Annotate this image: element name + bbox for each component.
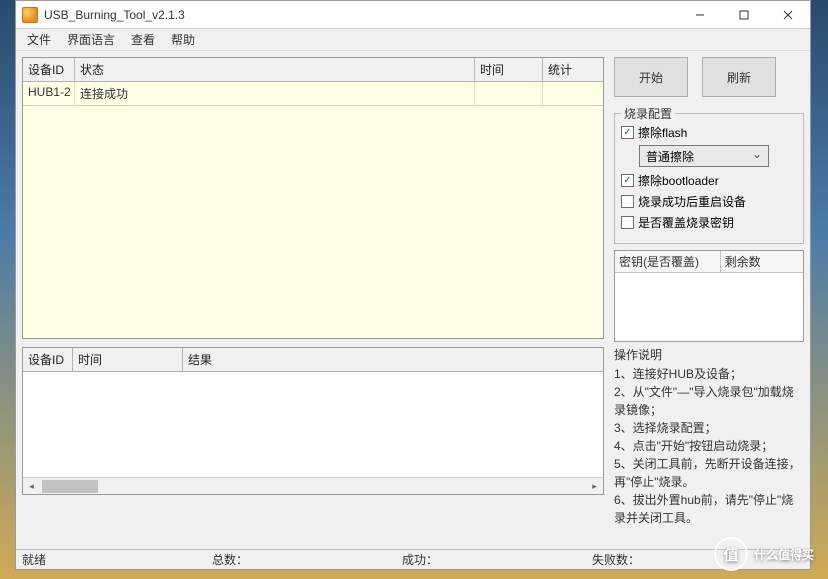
status-total: 总数： bbox=[212, 551, 402, 568]
window-title: USB_Burning_Tool_v2.1.3 bbox=[44, 8, 185, 22]
reboot-after-checkbox[interactable]: 烧录成功后重启设备 bbox=[621, 193, 797, 210]
horizontal-scrollbar[interactable]: ◂ ▸ bbox=[23, 477, 603, 494]
erase-bootloader-checkbox[interactable]: ✓ 擦除bootloader bbox=[621, 172, 797, 189]
erase-flash-checkbox[interactable]: ✓ 擦除flash bbox=[621, 124, 797, 141]
scroll-thumb[interactable] bbox=[42, 480, 98, 493]
burn-config-group: 烧录配置 ✓ 擦除flash 普通擦除 ✓ 擦除bootloader 烧录 bbox=[614, 113, 804, 244]
app-window: USB_Burning_Tool_v2.1.3 文件 界面语言 查看 帮助 bbox=[15, 0, 811, 570]
checkbox-icon bbox=[621, 216, 634, 229]
col-remain[interactable]: 剩余数 bbox=[721, 251, 803, 272]
menu-file[interactable]: 文件 bbox=[20, 29, 58, 50]
titlebar[interactable]: USB_Burning_Tool_v2.1.3 bbox=[16, 1, 810, 29]
checkbox-icon bbox=[621, 195, 634, 208]
refresh-button[interactable]: 刷新 bbox=[702, 57, 776, 97]
close-button[interactable] bbox=[766, 1, 810, 28]
key-list[interactable]: 密钥(是否覆盖) 剩余数 bbox=[614, 250, 804, 342]
col-log-time[interactable]: 时间 bbox=[73, 348, 183, 372]
instructions-text: 1、连接好HUB及设备； 2、从"文件"—"导入烧录包"加载烧录镜像； 3、选择… bbox=[614, 365, 804, 543]
cell-status: 连接成功 bbox=[75, 82, 475, 105]
checkbox-icon: ✓ bbox=[621, 126, 634, 139]
status-ready: 就绪 bbox=[22, 551, 212, 568]
maximize-button[interactable] bbox=[722, 1, 766, 28]
erase-flash-label: 擦除flash bbox=[638, 124, 687, 141]
menu-language[interactable]: 界面语言 bbox=[60, 29, 122, 50]
table-row[interactable]: HUB1-2 连接成功 bbox=[23, 82, 603, 106]
col-log-result[interactable]: 结果 bbox=[183, 348, 603, 372]
erase-bootloader-label: 擦除bootloader bbox=[638, 172, 719, 189]
menubar: 文件 界面语言 查看 帮助 bbox=[16, 29, 810, 51]
config-title: 烧录配置 bbox=[621, 105, 675, 122]
col-status[interactable]: 状态 bbox=[75, 58, 475, 82]
col-count[interactable]: 统计 bbox=[543, 58, 603, 82]
watermark: 值 什么值得买 bbox=[714, 537, 814, 571]
col-time[interactable]: 时间 bbox=[475, 58, 543, 82]
app-icon bbox=[22, 7, 38, 23]
menu-help[interactable]: 帮助 bbox=[164, 29, 202, 50]
cell-device-id: HUB1-2 bbox=[23, 82, 75, 105]
col-device-id[interactable]: 设备ID bbox=[23, 58, 75, 82]
statusbar: 就绪 总数： 成功： 失败数： bbox=[16, 549, 810, 569]
instructions-title: 操作说明 bbox=[614, 346, 804, 363]
col-key[interactable]: 密钥(是否覆盖) bbox=[615, 251, 721, 272]
cell-count bbox=[543, 82, 603, 105]
watermark-logo-icon: 值 bbox=[714, 537, 748, 571]
overwrite-key-label: 是否覆盖烧录密钥 bbox=[638, 214, 734, 231]
overwrite-key-checkbox[interactable]: 是否覆盖烧录密钥 bbox=[621, 214, 797, 231]
cell-time bbox=[475, 82, 543, 105]
menu-view[interactable]: 查看 bbox=[124, 29, 162, 50]
erase-mode-select[interactable]: 普通擦除 bbox=[639, 145, 769, 167]
watermark-text: 什么值得买 bbox=[754, 546, 814, 563]
log-grid[interactable]: 设备ID 时间 结果 ◂ ▸ bbox=[22, 347, 604, 495]
checkbox-icon: ✓ bbox=[621, 174, 634, 187]
scroll-right-icon[interactable]: ▸ bbox=[586, 478, 603, 495]
device-grid[interactable]: 设备ID 状态 时间 统计 HUB1-2 连接成功 bbox=[22, 57, 604, 339]
erase-mode-value: 普通擦除 bbox=[646, 148, 694, 165]
minimize-button[interactable] bbox=[678, 1, 722, 28]
start-button[interactable]: 开始 bbox=[614, 57, 688, 97]
col-log-id[interactable]: 设备ID bbox=[23, 348, 73, 372]
reboot-after-label: 烧录成功后重启设备 bbox=[638, 193, 746, 210]
status-success: 成功： bbox=[402, 551, 592, 568]
scroll-left-icon[interactable]: ◂ bbox=[23, 478, 40, 495]
